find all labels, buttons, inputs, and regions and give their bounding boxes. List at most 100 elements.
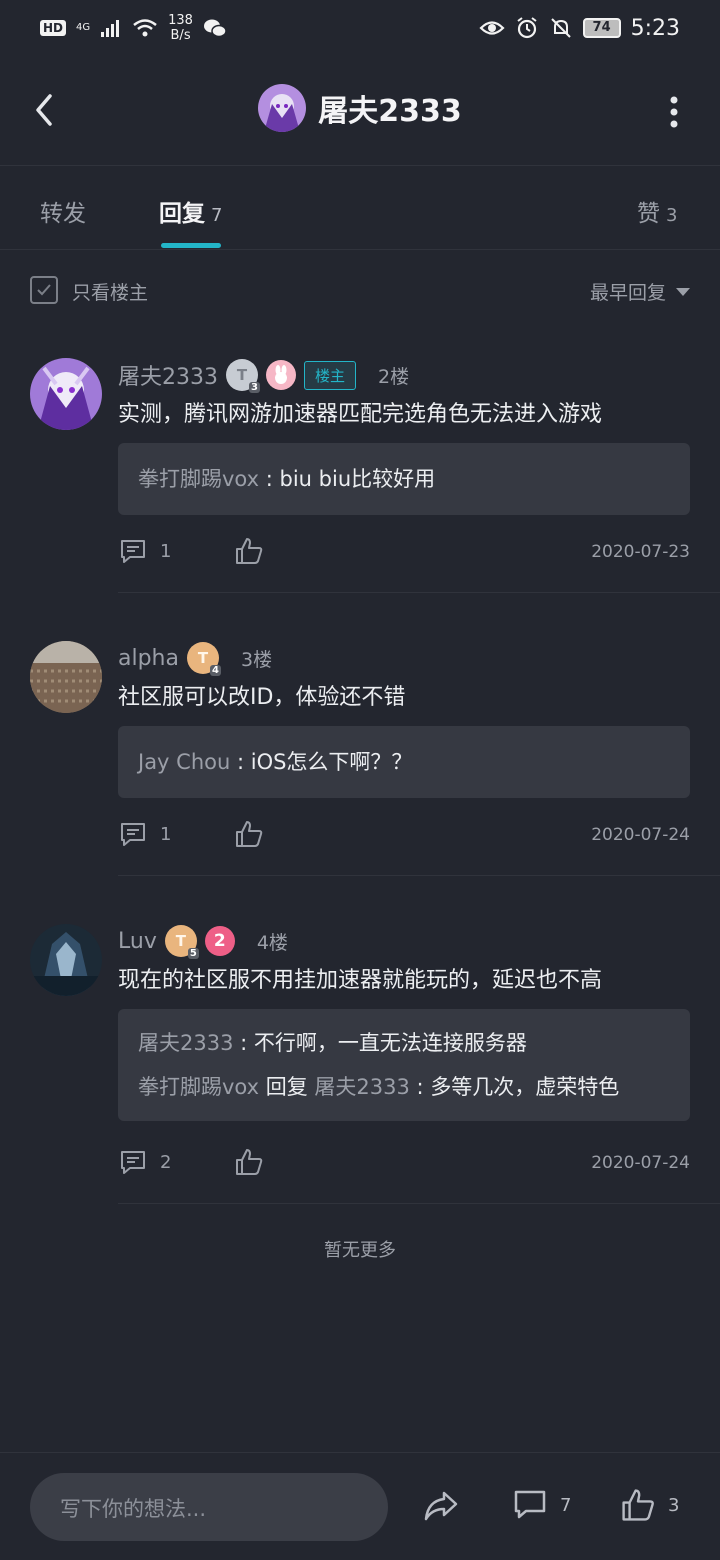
thumbs-up-icon [236,538,263,564]
level-badge-number: 4 [210,665,221,676]
like-button[interactable] [234,1147,264,1181]
post-actions: 1 2020-07-23 [118,536,690,570]
wifi-icon [133,19,157,37]
wechat-icon [203,19,227,38]
name-row: alpha T4 3楼 [118,641,273,676]
bottom-action-bar: 写下你的想法... 7 3 [0,1452,720,1560]
post-actions: 1 2020-07-24 [118,819,690,853]
quoted-reply[interactable]: Jay Chou : iOS怎么下啊？？ [138,740,670,784]
top-header: 屠夫2333 [0,56,720,166]
level-badge: T5 [164,925,199,959]
sort-label: 最早回复 [589,282,666,304]
hd-indicator: HD [40,20,67,36]
comment-count: 1 [160,540,172,562]
header-user[interactable]: 屠夫2333 [0,84,720,132]
floor-number: 4楼 [256,931,288,954]
comment-icon [514,1490,546,1519]
comment-count: 1 [160,823,172,845]
thumbs-up-icon [236,1149,263,1175]
username[interactable]: alpha [118,646,179,671]
quoted-text: biu biu比较好用 [279,467,436,491]
quoted-username[interactable]: Jay Chou [138,750,230,774]
floor-number: 2楼 [378,365,410,388]
comment-button[interactable]: 1 [118,536,171,566]
check-icon [37,284,51,296]
like-count: 3 [668,1494,680,1516]
like-button[interactable]: 3 [620,1487,679,1523]
more-options-icon[interactable] [668,94,680,130]
username[interactable]: Luv [118,929,157,954]
quoted-replies[interactable]: 拳打脚踢vox : biu biu比较好用 [118,443,690,515]
data-rate: 138 B/s [168,13,193,43]
owner-tag: 楼主 [304,360,357,390]
only-owner-checkbox[interactable] [30,276,58,304]
no-more-text: 暂无更多 [324,1240,396,1261]
comment-icon [121,1151,145,1174]
tab-reposts[interactable]: 转发 [40,194,86,228]
avatar[interactable] [30,924,102,996]
reply-to-word: 回复 [259,1075,315,1099]
floor-number: 3楼 [240,648,273,671]
share-button[interactable] [422,1487,460,1529]
quoted-reply-target[interactable]: 屠夫2333 [314,1075,409,1099]
battery-indicator: 74 [582,18,621,38]
eye-icon [479,21,505,35]
tab-replies[interactable]: 回复 7 [159,194,222,228]
page-title: 屠夫2333 [318,94,462,129]
post-actions: 2 2020-07-24 [118,1147,690,1181]
status-bar: HD 4G 138 B/s 74 5:23 [0,0,720,56]
tab-bar: 转发 回复 7 赞3 [0,166,720,250]
sort-dropdown[interactable]: 最早回复 [590,278,690,305]
avatar[interactable] [30,358,102,430]
reply-content: 现在的社区服不用挂加速器就能玩的，延迟也不高 [118,968,603,993]
post-date: 2020-07-24 [591,825,690,845]
rank-badge: 2 [204,926,235,956]
network-type: 4G [76,22,91,33]
tab-label: 回复 [159,201,205,227]
level-badge-letter: T [175,932,186,950]
quoted-reply[interactable]: 拳打脚踢vox 回复 屠夫2333 : 多等几次，虚荣特色 [138,1065,670,1109]
quoted-username[interactable]: 屠夫2333 [138,1031,233,1055]
like-button[interactable] [234,819,264,853]
only-owner-label[interactable]: 只看楼主 [72,278,148,305]
filter-row: 只看楼主 最早回复 [30,276,690,306]
tab-count: 7 [211,205,223,226]
divider [118,592,720,593]
reply-content: 社区服可以改ID，体验还不错 [118,685,406,710]
like-button[interactable] [234,536,264,570]
comment-icon [121,823,145,846]
tab-count: 3 [666,205,678,226]
avatar[interactable] [258,84,307,132]
share-icon [424,1491,458,1521]
signal-icon [101,20,120,37]
level-badge-number: 3 [249,382,260,393]
active-tab-indicator [161,243,221,248]
quoted-replies[interactable]: 屠夫2333 : 不行啊，一直无法连接服务器 拳打脚踢vox 回复 屠夫2333… [118,1009,690,1121]
reply-input[interactable]: 写下你的想法... [30,1473,388,1541]
post-date: 2020-07-24 [591,1153,690,1173]
comment-button[interactable]: 2 [118,1147,171,1177]
tab-likes[interactable]: 赞3 [637,194,677,228]
comment-count: 2 [160,1151,172,1173]
name-row: Luv T5 2 4楼 [118,924,288,959]
quoted-username[interactable]: 拳打脚踢vox [138,1075,259,1099]
comment-button[interactable]: 1 [118,819,171,849]
reply-content: 实测，腾讯网游加速器匹配完选角色无法进入游戏 [118,402,603,427]
quoted-reply[interactable]: 拳打脚踢vox : biu biu比较好用 [138,457,670,501]
username[interactable]: 屠夫2333 [118,359,218,391]
tab-label: 赞 [637,201,660,227]
avatar[interactable] [30,641,102,713]
quoted-replies[interactable]: Jay Chou : iOS怎么下啊？？ [118,726,690,798]
quoted-text: iOS怎么下啊？？ [250,750,413,774]
quoted-text: 多等几次，虚荣特色 [430,1075,620,1099]
level-badge-letter: T [197,649,209,667]
thumbs-up-icon [622,1489,654,1521]
comments-button[interactable]: 7 [512,1487,571,1523]
bell-muted-icon [550,18,571,38]
quoted-username[interactable]: 拳打脚踢vox [138,467,259,491]
comment-count: 7 [560,1494,572,1516]
quoted-reply[interactable]: 屠夫2333 : 不行啊，一直无法连接服务器 [138,1021,670,1065]
data-rate-value: 138 [168,13,193,28]
name-row: 屠夫2333 T3 楼主 2楼 [118,358,410,393]
data-rate-unit: B/s [170,28,191,43]
